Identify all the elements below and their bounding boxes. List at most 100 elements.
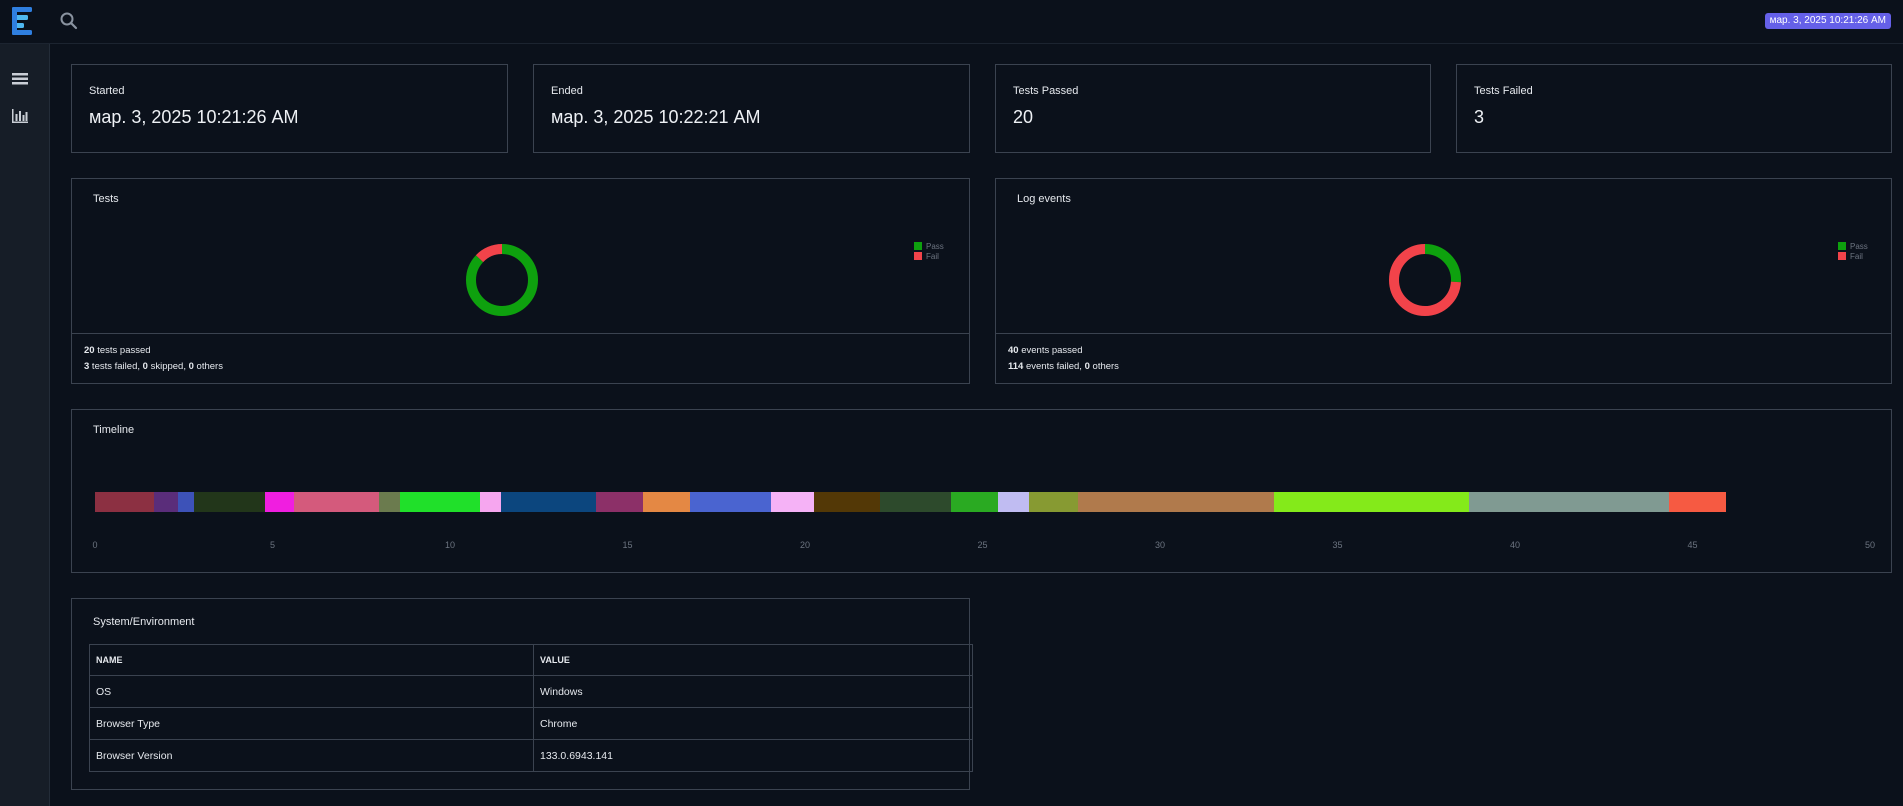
legend-item-pass[interactable]: Pass: [1838, 241, 1868, 251]
legend-label: Fail: [1850, 251, 1863, 261]
sidebar: [0, 44, 50, 806]
timeline-segment[interactable]: [998, 492, 1029, 512]
environment-table: NAME VALUE OS Windows Browser Type Chrom…: [89, 644, 973, 772]
count: 20: [84, 345, 95, 356]
timeline-segment[interactable]: [1273, 492, 1469, 512]
timeline-axis-tick-label: 15: [622, 540, 633, 550]
list-icon[interactable]: [12, 72, 28, 86]
stat-value: 3: [1474, 107, 1485, 127]
timeline-segment[interactable]: [265, 492, 294, 512]
stat-label: Tests Failed: [1474, 85, 1533, 97]
table-cell-name: Browser Version: [89, 739, 534, 772]
log-events-donut-chart: [1389, 244, 1461, 316]
panel-footer: 40 events passed 114 events failed, 0 ot…: [996, 333, 1891, 383]
table-cell-value: Windows: [533, 675, 973, 708]
stat-value: мар. 3, 2025 10:21:26 AM: [89, 107, 299, 127]
legend-item-fail[interactable]: Fail: [914, 251, 944, 261]
stat-value: мар. 3, 2025 10:22:21 AM: [551, 107, 761, 127]
timeline-segment[interactable]: [643, 492, 690, 512]
text: others: [1089, 361, 1119, 372]
timeline-axis-tick-label: 40: [1509, 540, 1521, 550]
table-row: Browser Version 133.0.6943.141: [89, 739, 973, 772]
timeline-segment[interactable]: [379, 492, 401, 512]
timeline-segment[interactable]: [1028, 492, 1079, 512]
timeline-axis-tick-label: 0: [92, 540, 98, 550]
legend-swatch-fail: [1838, 252, 1846, 260]
column-header-value: VALUE: [533, 644, 973, 676]
table-header-row: NAME VALUE: [89, 644, 973, 676]
tests-donut-chart: [466, 244, 538, 316]
timeline-segment[interactable]: [501, 492, 596, 512]
timeline-axis-tick-label: 5: [269, 540, 276, 550]
legend-item-pass[interactable]: Pass: [914, 241, 944, 251]
logo-icon[interactable]: [12, 7, 36, 35]
timeline-segment[interactable]: [153, 492, 179, 512]
text: events passed: [1018, 345, 1083, 356]
table-cell-value: Chrome: [533, 707, 973, 740]
stat-label: Tests Passed: [1013, 85, 1079, 97]
timeline-panel: Timeline 0 5 10 15 20 25 30 35 40 45 50: [71, 409, 1892, 573]
timeline-segment[interactable]: [1078, 492, 1274, 512]
timeline-segment[interactable]: [1669, 492, 1727, 512]
text: events failed,: [1023, 361, 1085, 372]
count: 40: [1008, 345, 1019, 356]
timeline-segment[interactable]: [771, 492, 814, 512]
timeline-segment[interactable]: [689, 492, 772, 512]
bar-chart-icon[interactable]: [12, 109, 28, 123]
timeline-axis-tick-label: 25: [977, 540, 988, 550]
timeline-axis-tick-label: 20: [799, 540, 811, 550]
panel-title: Tests: [93, 193, 119, 205]
timeline-axis-tick-label: 30: [1154, 540, 1166, 550]
timeline-axis-tick-label: 10: [444, 540, 456, 550]
timeline-segment[interactable]: [480, 492, 502, 512]
stat-card-tests-failed: Tests Failed 3: [1456, 64, 1892, 153]
panel-title: System/Environment: [93, 616, 195, 628]
timeline-segment[interactable]: [950, 492, 999, 512]
tests-failed-summary: 3 tests failed, 0 skipped, 0 others: [84, 361, 223, 372]
timeline-segment[interactable]: [813, 492, 880, 512]
timeline-segment[interactable]: [293, 492, 379, 512]
tests-panel: Tests Pass Fail 20 tests passed 3 tests …: [71, 178, 970, 384]
stat-card-started: Started мар. 3, 2025 10:21:26 AM: [71, 64, 508, 153]
timeline-segment[interactable]: [879, 492, 951, 512]
tests-legend: Pass Fail: [914, 241, 944, 261]
count: 114: [1008, 361, 1024, 372]
events-passed-summary: 40 events passed: [1008, 345, 1082, 356]
table-row: Browser Type Chrome: [89, 707, 973, 740]
timeline-axis-tick-label: 35: [1332, 540, 1343, 550]
tests-passed-summary: 20 tests passed: [84, 345, 151, 356]
table-row: OS Windows: [89, 675, 973, 708]
timeline-segment[interactable]: [95, 492, 154, 512]
log-events-panel: Log events Pass Fail 40 events passed 11…: [995, 178, 1892, 384]
legend-label: Pass: [1850, 241, 1868, 251]
table-cell-name: Browser Type: [89, 707, 534, 740]
stat-card-ended: Ended мар. 3, 2025 10:22:21 AM: [533, 64, 970, 153]
panel-footer: 20 tests passed 3 tests failed, 0 skippe…: [72, 333, 969, 383]
timeline-axis-tick-label: 50: [1864, 540, 1876, 550]
stat-value: 20: [1013, 107, 1034, 127]
stat-label: Ended: [551, 85, 583, 97]
events-failed-summary: 114 events failed, 0 others: [1008, 361, 1119, 372]
timeline-segment[interactable]: [1468, 492, 1670, 512]
table-cell-value: 133.0.6943.141: [533, 739, 973, 772]
date-badge: мар. 3, 2025 10:21:26 AM: [1764, 13, 1891, 29]
stat-card-tests-passed: Tests Passed 20: [995, 64, 1431, 153]
legend-label: Fail: [926, 251, 939, 261]
timeline-segment[interactable]: [178, 492, 195, 512]
log-events-legend: Pass Fail: [1838, 241, 1868, 261]
column-header-name: NAME: [89, 644, 534, 676]
timeline-segment[interactable]: [194, 492, 266, 512]
legend-swatch-pass: [1838, 242, 1846, 250]
search-icon[interactable]: [59, 11, 79, 31]
timeline-segment[interactable]: [400, 492, 481, 512]
text: tests passed: [94, 345, 151, 356]
text: others: [193, 361, 223, 372]
legend-item-fail[interactable]: Fail: [1838, 251, 1868, 261]
legend-label: Pass: [926, 241, 944, 251]
timeline-axis-tick-label: 45: [1687, 540, 1698, 550]
environment-panel: System/Environment NAME VALUE OS Windows…: [71, 598, 973, 790]
stat-label: Started: [89, 85, 125, 97]
timeline-segment[interactable]: [595, 492, 644, 512]
timeline-chart: 0 5 10 15 20 25 30 35 40 45 50: [92, 492, 1875, 572]
legend-swatch-fail: [914, 252, 922, 260]
